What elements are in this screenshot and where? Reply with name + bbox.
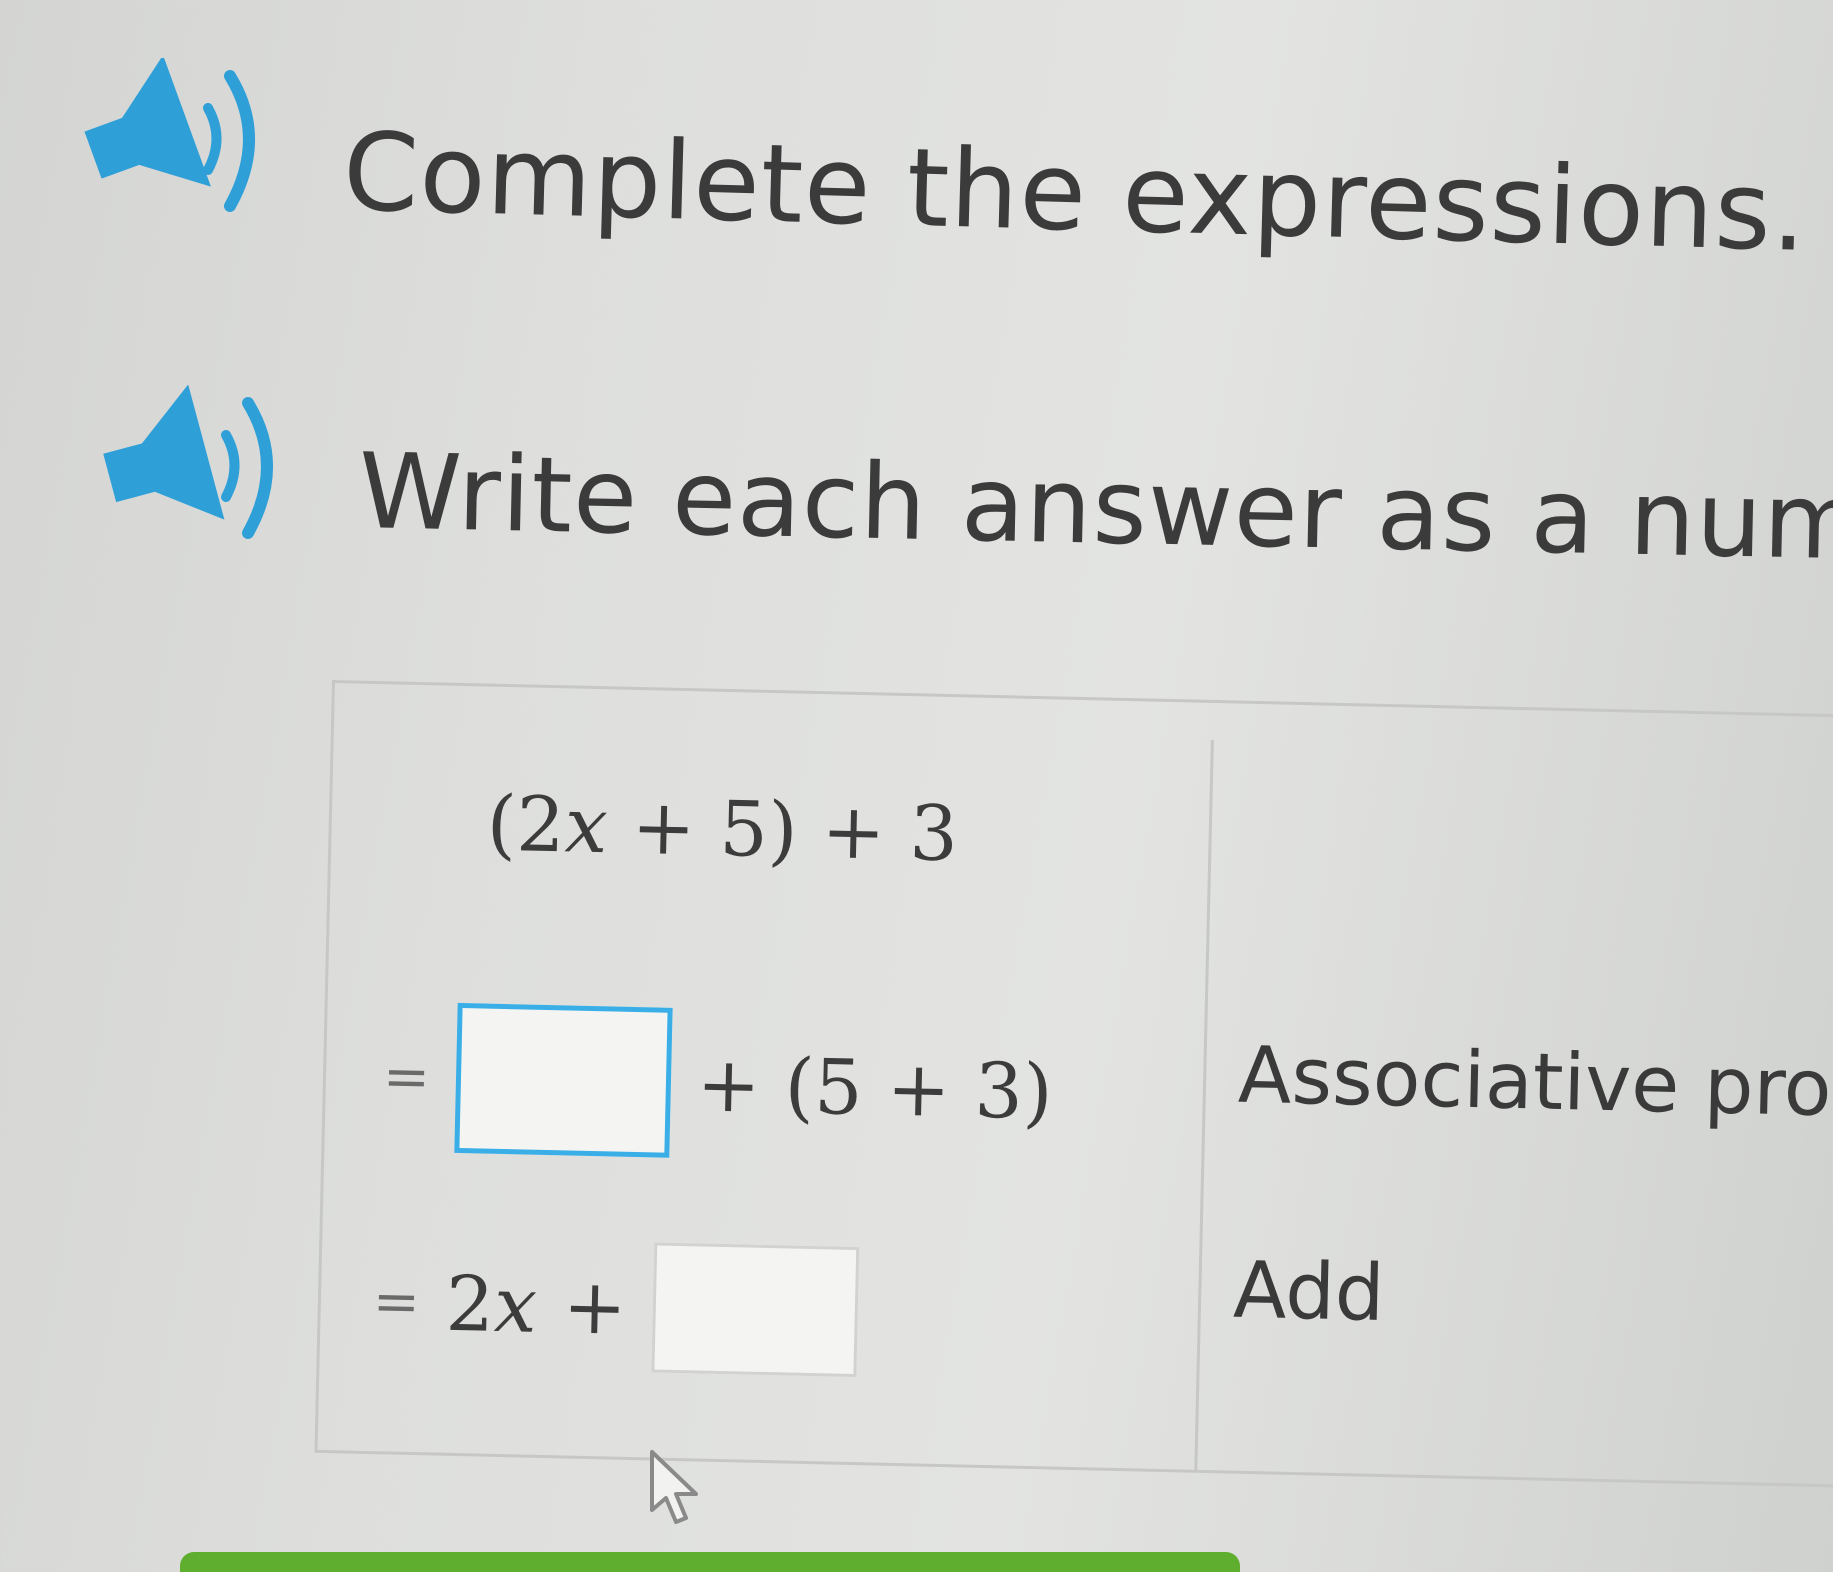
mouse-pointer-icon [650, 1450, 698, 1524]
step-row-3-expression: = 2x + [371, 1236, 860, 1378]
audio-button-subtitle[interactable] [98, 385, 298, 545]
step-row-2-reason: Associative pro [1237, 1030, 1833, 1135]
instruction-subtitle: Write each answer as a num [357, 430, 1833, 584]
table-border-top [331, 680, 1833, 719]
steps-table: (2 x + 5) + 3 = + (5 + 3) Associative pro… [314, 680, 1833, 1495]
variable-x: x [493, 1259, 539, 1350]
speaker-icon [103, 385, 273, 539]
equals-sign: = [372, 1268, 421, 1335]
expression-part: + (5 + 3) [695, 1038, 1054, 1136]
answer-input-2[interactable] [651, 1242, 860, 1378]
speaker-icon [84, 58, 255, 212]
coefficient: 2 [444, 1258, 496, 1349]
table-border-bottom [314, 1449, 1833, 1489]
plus-sign: + [562, 1260, 628, 1352]
instruction-title: Complete the expressions. [341, 110, 1809, 276]
variable-x: x [563, 780, 609, 871]
expression-part: + 5) + 3 [606, 781, 959, 879]
answer-input-1[interactable] [454, 1002, 673, 1158]
green-bar [180, 1552, 1240, 1572]
table-column-divider [1194, 739, 1214, 1470]
audio-button-instructions[interactable] [80, 58, 280, 218]
step-row-2-expression: = + (5 + 3) [381, 1001, 1054, 1166]
equals-sign: = [382, 1043, 431, 1110]
expression-part: (2 [485, 778, 566, 870]
step-row-3-reason: Add [1232, 1245, 1386, 1340]
table-border-left [314, 680, 335, 1450]
step-row-1-expression: (2 x + 5) + 3 [486, 779, 959, 879]
